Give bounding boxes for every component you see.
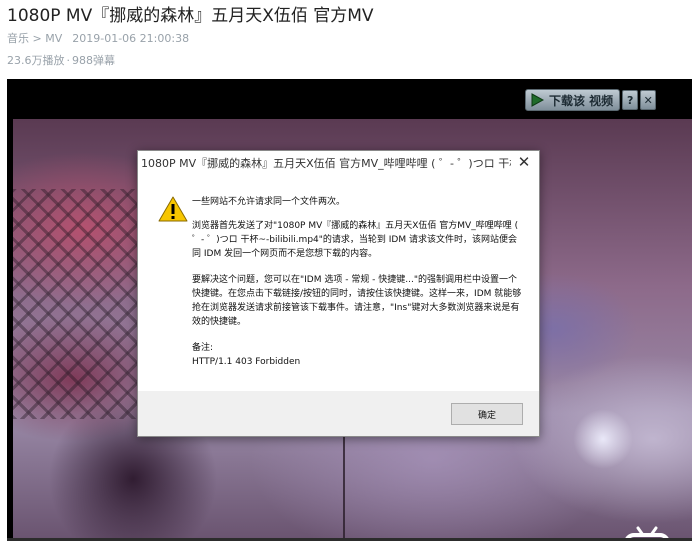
dialog-line-1: 一些网站不允许请求同一个文件两次。	[192, 197, 346, 207]
stage-rig-graphic	[13, 189, 143, 419]
close-panel-button[interactable]: ✕	[640, 90, 657, 110]
download-video-button[interactable]: 下载该 视频	[525, 89, 621, 111]
video-title: 1080P MV『挪威的森林』五月天X伍佰 官方MV	[7, 6, 374, 26]
help-button[interactable]: ?	[622, 90, 639, 110]
publish-date: 2019-01-06 21:00:38	[72, 32, 190, 45]
ok-button[interactable]: 确定	[451, 403, 523, 425]
play-icon	[529, 92, 545, 108]
progress-bar[interactable]	[7, 538, 692, 541]
dialog-footer: 确定	[138, 391, 539, 436]
warning-icon	[158, 195, 188, 223]
play-count: 23.6万播放	[7, 54, 65, 67]
idm-download-panel: 下载该 视频 ? ✕	[525, 89, 657, 111]
dialog-message: 一些网站不允许请求同一个文件两次。 浏览器首先发送了对"1080P MV『挪威的…	[192, 195, 522, 369]
note-label: 备注:	[192, 343, 214, 353]
danmaku-count: 988弹幕	[72, 54, 115, 67]
dialog-paragraph-2: 浏览器首先发送了对"1080P MV『挪威的森林』五月天X伍佰 官方MV_哔哩哔…	[192, 221, 519, 259]
idm-error-dialog: 1080P MV『挪威的森林』五月天X伍佰 官方MV_哔哩哔哩 ( ゜- ゜)つ…	[137, 150, 540, 437]
download-video-label: 下载该 视频	[549, 93, 614, 108]
note-value: HTTP/1.1 403 Forbidden	[192, 357, 301, 367]
stats-separator: ·	[66, 54, 71, 67]
video-meta: 音乐 > MV 2019-01-06 21:00:38	[7, 30, 189, 46]
video-stats: 23.6万播放 · 988弹幕	[7, 52, 115, 68]
stage-spotlight-graphic	[573, 409, 633, 469]
dialog-paragraph-3: 要解决这个问题，您可以在"IDM 选项 - 常规 - 快捷键..."的强制调用栏…	[192, 275, 522, 327]
category-link[interactable]: 音乐 > MV	[7, 32, 62, 45]
dialog-close-button[interactable]: ✕	[515, 153, 533, 171]
dialog-title: 1080P MV『挪威的森林』五月天X伍佰 官方MV_哔哩哔哩 ( ゜- ゜)つ…	[141, 157, 511, 170]
